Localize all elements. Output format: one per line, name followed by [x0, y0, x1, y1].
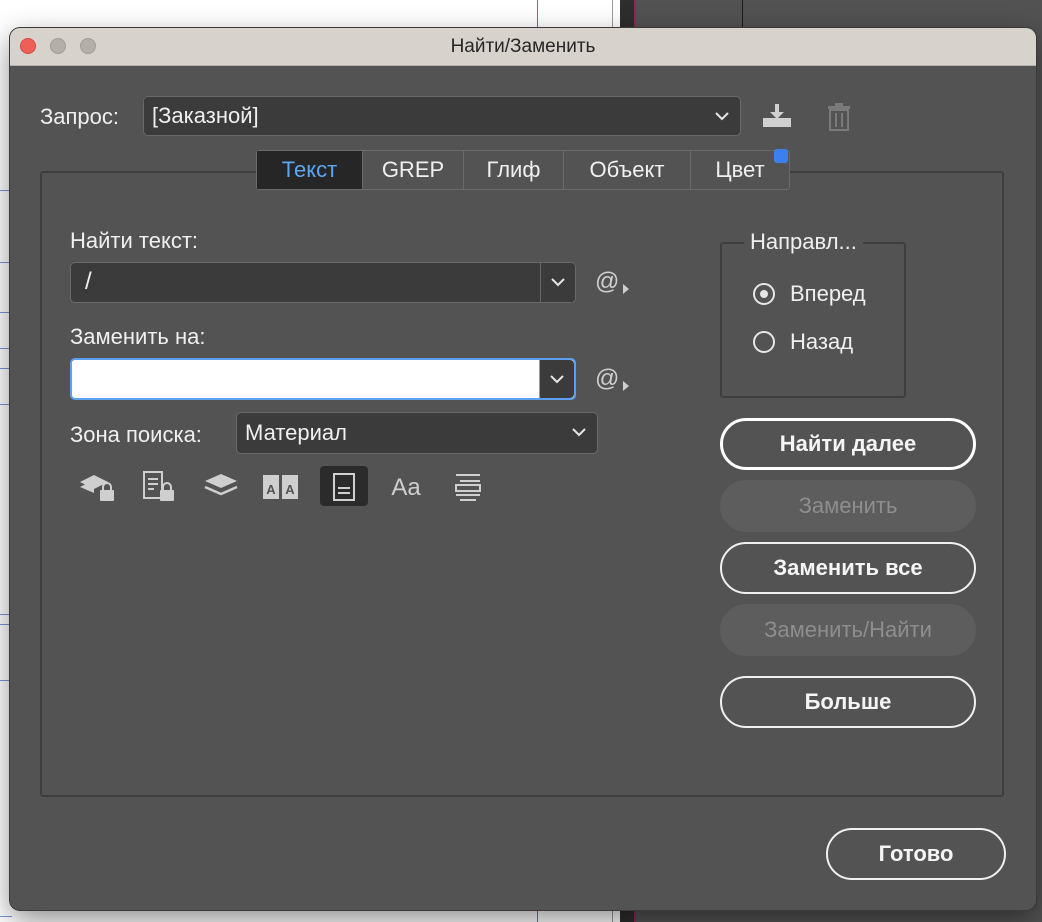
guide-line — [0, 916, 12, 917]
replace-field[interactable] — [70, 358, 576, 400]
replace-find-button[interactable]: Заменить/Найти — [720, 604, 976, 656]
search-zone-select[interactable]: Материал — [236, 412, 598, 454]
save-query-icon[interactable] — [759, 102, 795, 130]
radio-backward-label[interactable]: Назад — [790, 329, 853, 355]
tab-bar: Текст GREP Глиф Объект Цвет — [256, 150, 790, 190]
tab-text[interactable]: Текст — [257, 151, 363, 189]
direction-legend: Направл... — [744, 228, 863, 256]
svg-text:A: A — [266, 482, 276, 497]
done-button[interactable]: Готово — [826, 828, 1006, 880]
find-replace-dialog: Найти/Заменить Запрос: [Заказной] Текст … — [10, 28, 1036, 910]
footnotes-icon[interactable] — [320, 466, 368, 506]
tab-glyph[interactable]: Глиф — [464, 151, 564, 189]
more-options-button[interactable]: Больше — [720, 676, 976, 728]
replace-label: Заменить на: — [70, 324, 206, 349]
trash-icon[interactable] — [826, 102, 852, 132]
query-label: Запрос: — [40, 104, 120, 129]
title-bar: Найти/Заменить — [10, 28, 1036, 66]
direction-group — [720, 242, 906, 398]
radio-backward[interactable] — [753, 331, 775, 353]
chevron-down-icon — [715, 112, 729, 121]
special-chars-replace-icon[interactable]: @ — [595, 365, 629, 393]
find-dropdown[interactable] — [541, 263, 575, 302]
locked-stories-icon[interactable] — [136, 466, 184, 506]
radio-forward-label[interactable]: Вперед — [790, 281, 866, 307]
tab-object[interactable]: Объект — [564, 151, 691, 189]
find-next-button[interactable]: Найти далее — [720, 418, 976, 470]
replace-all-button[interactable]: Заменить все — [720, 542, 976, 594]
chevron-down-icon — [572, 428, 586, 437]
find-field[interactable]: / — [70, 262, 576, 303]
hidden-layers-icon[interactable] — [197, 466, 245, 506]
svg-text:Aa: Aa — [391, 474, 421, 501]
query-value: [Заказной] — [152, 103, 259, 128]
chevron-down-icon — [550, 375, 564, 384]
replace-button[interactable]: Заменить — [720, 480, 976, 532]
find-label: Найти текст: — [70, 228, 199, 253]
case-sensitive-icon[interactable]: Aa — [382, 466, 430, 506]
chevron-down-icon — [551, 278, 565, 287]
search-zone-value: Материал — [245, 420, 347, 445]
window-title: Найти/Заменить — [450, 36, 596, 57]
find-value: / — [85, 268, 92, 295]
tab-grep[interactable]: GREP — [363, 151, 464, 189]
replace-dropdown[interactable] — [540, 360, 574, 398]
search-zone-label: Зона поиска: — [70, 422, 202, 447]
query-select[interactable]: [Заказной] — [143, 96, 741, 136]
whole-word-icon[interactable] — [444, 466, 492, 506]
radio-forward[interactable] — [753, 283, 775, 305]
special-chars-find-icon[interactable]: @ — [595, 268, 629, 296]
master-pages-icon[interactable]: A A — [257, 466, 305, 506]
locked-layers-icon[interactable] — [74, 466, 122, 506]
tab-color-indicator — [774, 149, 788, 163]
svg-text:A: A — [285, 482, 295, 497]
